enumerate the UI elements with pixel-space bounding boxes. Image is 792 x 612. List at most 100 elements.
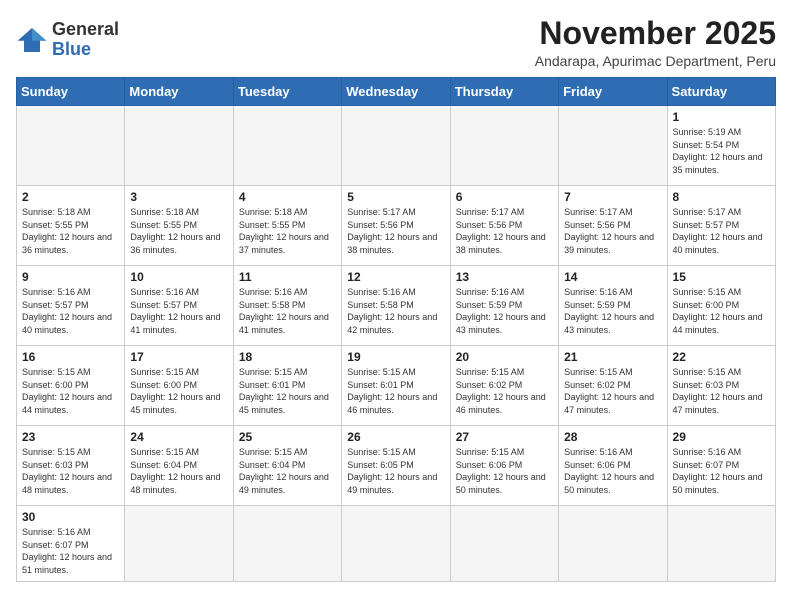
day-info: Sunrise: 5:16 AMSunset: 5:57 PMDaylight:…	[22, 286, 119, 336]
logo: General Blue	[16, 16, 119, 60]
calendar-cell: 24 Sunrise: 5:15 AMSunset: 6:04 PMDayligh…	[125, 426, 233, 506]
day-number: 29	[673, 430, 770, 444]
header-saturday: Saturday	[667, 78, 775, 106]
calendar-cell: 28 Sunrise: 5:16 AMSunset: 6:06 PMDayligh…	[559, 426, 667, 506]
day-info: Sunrise: 5:17 AMSunset: 5:57 PMDaylight:…	[673, 206, 770, 256]
calendar-cell	[125, 106, 233, 186]
day-number: 28	[564, 430, 661, 444]
header-monday: Monday	[125, 78, 233, 106]
header-wednesday: Wednesday	[342, 78, 450, 106]
header-friday: Friday	[559, 78, 667, 106]
day-info: Sunrise: 5:16 AMSunset: 5:59 PMDaylight:…	[456, 286, 553, 336]
day-info: Sunrise: 5:16 AMSunset: 5:58 PMDaylight:…	[239, 286, 336, 336]
calendar-cell	[342, 506, 450, 581]
day-number: 12	[347, 270, 444, 284]
calendar-cell: 21 Sunrise: 5:15 AMSunset: 6:02 PMDayligh…	[559, 346, 667, 426]
day-number: 13	[456, 270, 553, 284]
day-info: Sunrise: 5:16 AMSunset: 6:07 PMDaylight:…	[22, 526, 119, 576]
day-number: 10	[130, 270, 227, 284]
day-info: Sunrise: 5:15 AMSunset: 6:05 PMDaylight:…	[347, 446, 444, 496]
day-info: Sunrise: 5:17 AMSunset: 5:56 PMDaylight:…	[347, 206, 444, 256]
day-number: 23	[22, 430, 119, 444]
calendar-cell	[233, 506, 341, 581]
day-info: Sunrise: 5:15 AMSunset: 6:03 PMDaylight:…	[22, 446, 119, 496]
day-info: Sunrise: 5:16 AMSunset: 6:07 PMDaylight:…	[673, 446, 770, 496]
calendar-cell: 22Sunrise: 5:15 AMSunset: 6:03 PMDayligh…	[667, 346, 775, 426]
day-info: Sunrise: 5:15 AMSunset: 6:04 PMDaylight:…	[130, 446, 227, 496]
calendar-cell	[450, 506, 558, 581]
calendar-cell: 11Sunrise: 5:16 AMSunset: 5:58 PMDayligh…	[233, 266, 341, 346]
day-info: Sunrise: 5:15 AMSunset: 6:00 PMDaylight:…	[673, 286, 770, 336]
header-tuesday: Tuesday	[233, 78, 341, 106]
day-info: Sunrise: 5:15 AMSunset: 6:00 PMDaylight:…	[22, 366, 119, 416]
calendar-cell: 25 Sunrise: 5:15 AMSunset: 6:04 PMDayligh…	[233, 426, 341, 506]
calendar: Sunday Monday Tuesday Wednesday Thursday…	[16, 77, 776, 581]
day-info: Sunrise: 5:16 AMSunset: 6:06 PMDaylight:…	[564, 446, 661, 496]
day-number: 9	[22, 270, 119, 284]
calendar-cell: 29 Sunrise: 5:16 AMSunset: 6:07 PMDayligh…	[667, 426, 775, 506]
calendar-cell	[125, 506, 233, 581]
calendar-cell	[342, 106, 450, 186]
day-number: 1	[673, 110, 770, 124]
calendar-cell	[559, 106, 667, 186]
calendar-cell: 14Sunrise: 5:16 AMSunset: 5:59 PMDayligh…	[559, 266, 667, 346]
day-number: 17	[130, 350, 227, 364]
calendar-cell: 6Sunrise: 5:17 AMSunset: 5:56 PMDaylight…	[450, 186, 558, 266]
calendar-cell	[667, 506, 775, 581]
day-info: Sunrise: 5:19 AMSunset: 5:54 PMDaylight:…	[673, 126, 770, 176]
day-number: 18	[239, 350, 336, 364]
day-number: 8	[673, 190, 770, 204]
calendar-cell: 17Sunrise: 5:15 AMSunset: 6:00 PMDayligh…	[125, 346, 233, 426]
logo-icon	[16, 26, 48, 54]
month-title: November 2025	[535, 16, 776, 51]
day-number: 27	[456, 430, 553, 444]
day-info: Sunrise: 5:15 AMSunset: 6:02 PMDaylight:…	[456, 366, 553, 416]
calendar-cell: 26 Sunrise: 5:15 AMSunset: 6:05 PMDayligh…	[342, 426, 450, 506]
day-number: 30	[22, 510, 119, 524]
day-info: Sunrise: 5:18 AMSunset: 5:55 PMDaylight:…	[239, 206, 336, 256]
day-info: Sunrise: 5:15 AMSunset: 6:04 PMDaylight:…	[239, 446, 336, 496]
calendar-header-row: Sunday Monday Tuesday Wednesday Thursday…	[17, 78, 776, 106]
day-info: Sunrise: 5:17 AMSunset: 5:56 PMDaylight:…	[456, 206, 553, 256]
day-info: Sunrise: 5:15 AMSunset: 6:02 PMDaylight:…	[564, 366, 661, 416]
calendar-cell: 23 Sunrise: 5:15 AMSunset: 6:03 PMDayligh…	[17, 426, 125, 506]
logo-text: General Blue	[52, 20, 119, 60]
day-info: Sunrise: 5:15 AMSunset: 6:01 PMDaylight:…	[239, 366, 336, 416]
calendar-cell: 5 Sunrise: 5:17 AMSunset: 5:56 PMDaylight…	[342, 186, 450, 266]
calendar-cell	[450, 106, 558, 186]
day-number: 21	[564, 350, 661, 364]
day-number: 24	[130, 430, 227, 444]
location: Andarapa, Apurimac Department, Peru	[535, 53, 776, 69]
day-number: 25	[239, 430, 336, 444]
calendar-cell: 7Sunrise: 5:17 AMSunset: 5:56 PMDaylight…	[559, 186, 667, 266]
calendar-cell: 15Sunrise: 5:15 AMSunset: 6:00 PMDayligh…	[667, 266, 775, 346]
day-info: Sunrise: 5:15 AMSunset: 6:06 PMDaylight:…	[456, 446, 553, 496]
calendar-cell: 27 Sunrise: 5:15 AMSunset: 6:06 PMDayligh…	[450, 426, 558, 506]
calendar-cell: 4 Sunrise: 5:18 AMSunset: 5:55 PMDaylight…	[233, 186, 341, 266]
calendar-cell: 20 Sunrise: 5:15 AMSunset: 6:02 PMDayligh…	[450, 346, 558, 426]
day-info: Sunrise: 5:18 AMSunset: 5:55 PMDaylight:…	[22, 206, 119, 256]
day-info: Sunrise: 5:16 AMSunset: 5:58 PMDaylight:…	[347, 286, 444, 336]
day-number: 3	[130, 190, 227, 204]
day-number: 4	[239, 190, 336, 204]
day-info: Sunrise: 5:18 AMSunset: 5:55 PMDaylight:…	[130, 206, 227, 256]
calendar-cell: 13 Sunrise: 5:16 AMSunset: 5:59 PMDayligh…	[450, 266, 558, 346]
day-info: Sunrise: 5:17 AMSunset: 5:56 PMDaylight:…	[564, 206, 661, 256]
calendar-cell: 1 Sunrise: 5:19 AMSunset: 5:54 PMDaylight…	[667, 106, 775, 186]
day-number: 20	[456, 350, 553, 364]
header-thursday: Thursday	[450, 78, 558, 106]
day-number: 5	[347, 190, 444, 204]
calendar-cell: 3 Sunrise: 5:18 AMSunset: 5:55 PMDaylight…	[125, 186, 233, 266]
calendar-cell: 2Sunrise: 5:18 AMSunset: 5:55 PMDaylight…	[17, 186, 125, 266]
day-number: 26	[347, 430, 444, 444]
calendar-cell: 30 Sunrise: 5:16 AMSunset: 6:07 PMDayligh…	[17, 506, 125, 581]
calendar-cell	[233, 106, 341, 186]
day-info: Sunrise: 5:16 AMSunset: 5:59 PMDaylight:…	[564, 286, 661, 336]
day-number: 22	[673, 350, 770, 364]
day-info: Sunrise: 5:16 AMSunset: 5:57 PMDaylight:…	[130, 286, 227, 336]
header-sunday: Sunday	[17, 78, 125, 106]
page-header: General Blue November 2025 Andarapa, Apu…	[16, 16, 776, 69]
calendar-cell: 18 Sunrise: 5:15 AMSunset: 6:01 PMDayligh…	[233, 346, 341, 426]
calendar-cell: 12 Sunrise: 5:16 AMSunset: 5:58 PMDayligh…	[342, 266, 450, 346]
title-block: November 2025 Andarapa, Apurimac Departm…	[535, 16, 776, 69]
